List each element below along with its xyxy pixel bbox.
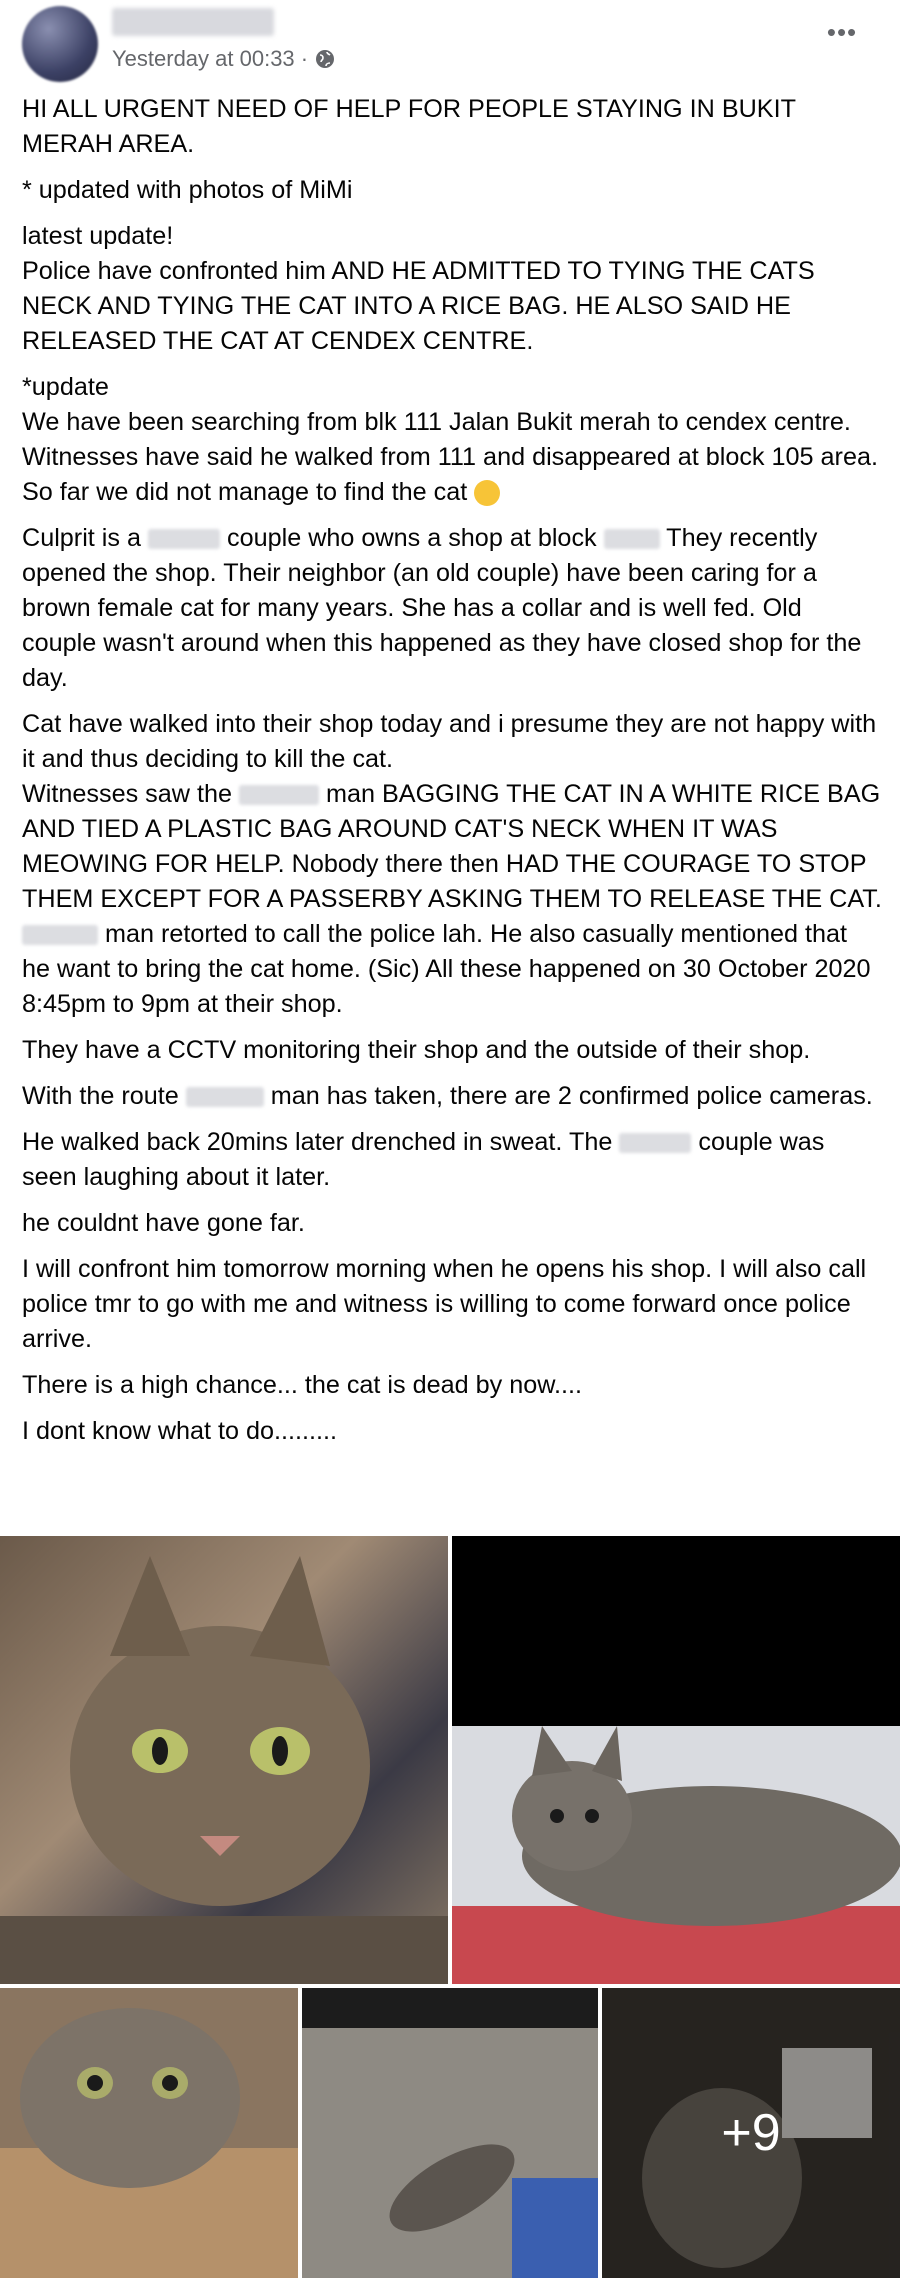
photo-3[interactable] — [0, 1988, 298, 2278]
more-photos-count: +9 — [721, 2104, 781, 2162]
crying-face-icon — [474, 480, 501, 507]
redacted-text — [603, 529, 660, 550]
paragraph-text: He walked back 20mins later drenched in … — [22, 1128, 620, 1156]
more-options-icon[interactable]: ••• — [818, 19, 866, 50]
cat-photo-icon — [0, 1556, 448, 1984]
cat-photo-icon — [0, 2008, 298, 2278]
paragraph-1: HI ALL URGENT NEED OF HELP FOR PEOPLE ST… — [22, 92, 882, 162]
paragraph-7: They have a CCTV monitoring their shop a… — [22, 1033, 882, 1068]
paragraph-text: * updated with photos of MiMi — [22, 176, 353, 204]
post-header: Yesterday at 00:33 · ••• — [0, 0, 900, 90]
paragraph-text: I will confront him tomorrow morning whe… — [22, 1255, 867, 1353]
redacted-text — [185, 1087, 264, 1108]
paragraph-text: couple who owns a shop at block — [219, 524, 604, 552]
paragraph-5: Culprit is a couple who owns a shop at b… — [22, 521, 882, 696]
globe-icon — [316, 50, 335, 68]
post-meta: Yesterday at 00:33 · — [112, 46, 336, 72]
more-photos-overlay[interactable]: +9 — [602, 1988, 900, 2278]
paragraph-12: There is a high chance... the cat is dea… — [22, 1368, 882, 1403]
paragraph-text: man has taken, there are 2 confirmed pol… — [263, 1082, 873, 1110]
photo-4[interactable] — [302, 1988, 598, 2278]
paragraph-text: he couldnt have gone far. — [22, 1209, 305, 1237]
cat-photo-icon — [452, 1726, 900, 1984]
redacted-text — [147, 529, 220, 550]
paragraph-13: I dont know what to do......... — [22, 1414, 882, 1449]
paragraph-text: *update We have been searching from blk … — [22, 373, 878, 506]
paragraph-11: I will confront him tomorrow morning whe… — [22, 1252, 882, 1357]
author-avatar[interactable] — [22, 6, 98, 82]
post-body: HI ALL URGENT NEED OF HELP FOR PEOPLE ST… — [22, 92, 882, 1460]
author-name[interactable] — [112, 8, 274, 36]
redacted-text — [22, 925, 98, 946]
paragraph-6: Cat have walked into their shop today an… — [22, 707, 882, 1022]
paragraph-text: HI ALL URGENT NEED OF HELP FOR PEOPLE ST… — [22, 95, 796, 158]
paragraph-10: he couldnt have gone far. — [22, 1206, 882, 1241]
paragraph-3: latest update! Police have confronted hi… — [22, 219, 882, 359]
photo-grid: +9 — [0, 1536, 900, 2278]
paragraph-text: With the route — [22, 1082, 186, 1110]
photo-1[interactable] — [0, 1536, 448, 1984]
photo-5[interactable]: +9 — [602, 1988, 900, 2278]
paragraph-text: man retorted to call the police lah. He … — [22, 920, 871, 1018]
paragraph-text: Culprit is a — [22, 524, 148, 552]
paragraph-text: I dont know what to do......... — [22, 1417, 338, 1445]
paragraph-text: latest update! Police have confronted hi… — [22, 222, 815, 355]
paragraph-4: *update We have been searching from blk … — [22, 370, 882, 510]
cat-photo-icon — [302, 2028, 598, 2278]
redacted-text — [238, 785, 319, 806]
paragraph-text: They have a CCTV monitoring their shop a… — [22, 1036, 811, 1064]
redacted-text — [619, 1133, 692, 1154]
paragraph-8: With the route man has taken, there are … — [22, 1079, 882, 1114]
paragraph-text: There is a high chance... the cat is dea… — [22, 1371, 583, 1399]
post-timestamp[interactable]: Yesterday at 00:33 · — [112, 46, 308, 72]
photo-2[interactable] — [452, 1536, 900, 1984]
paragraph-2: * updated with photos of MiMi — [22, 173, 882, 208]
paragraph-9: He walked back 20mins later drenched in … — [22, 1125, 882, 1195]
